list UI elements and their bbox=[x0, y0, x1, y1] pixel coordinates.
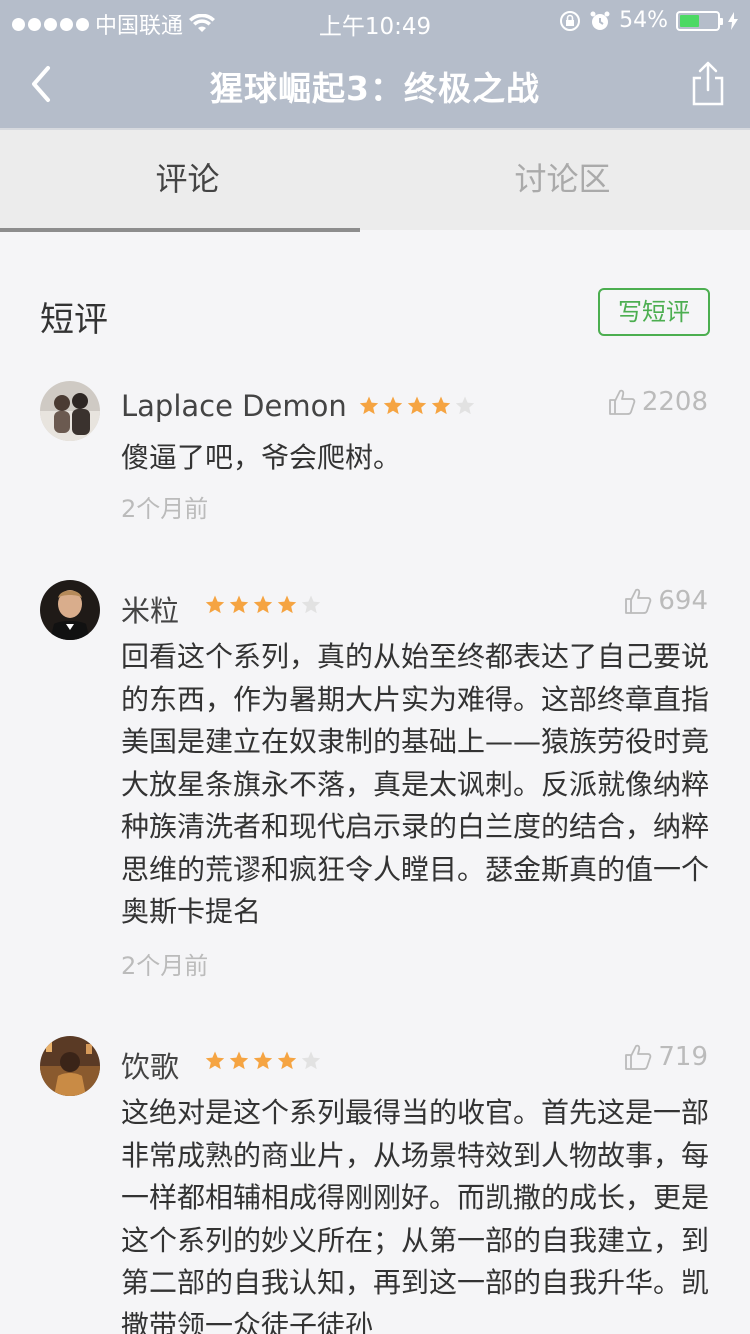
review-time: 2个月前 bbox=[121, 495, 209, 523]
star-filled-icon bbox=[407, 396, 427, 415]
avatar[interactable] bbox=[40, 1036, 100, 1096]
review-item: 饮歌 719 这绝对是这个系列最得当的收官。首先这是一部非常成熟的商业片，从场景… bbox=[0, 1036, 750, 1334]
like-count: 694 bbox=[658, 586, 708, 616]
review-text: 回看这个系列，真的从始至终都表达了自己要说的东西，作为暑期大片实为难得。这部终章… bbox=[121, 640, 710, 928]
share-icon[interactable] bbox=[688, 60, 728, 108]
star-empty-icon bbox=[455, 396, 475, 415]
avatar[interactable] bbox=[40, 381, 100, 441]
review-text: 傻逼了吧，爷会爬树。 bbox=[121, 441, 402, 474]
alarm-icon bbox=[590, 11, 610, 30]
star-filled-icon bbox=[277, 1051, 297, 1070]
tab-discussion[interactable]: 讨论区 bbox=[375, 130, 750, 230]
page-title: 猩球崛起3：终极之战 bbox=[210, 69, 540, 108]
star-filled-icon bbox=[359, 396, 379, 415]
avatar[interactable] bbox=[40, 580, 100, 640]
star-filled-icon bbox=[383, 396, 403, 415]
tab-reviews[interactable]: 评论 bbox=[0, 130, 375, 230]
star-filled-icon bbox=[229, 1051, 249, 1070]
nav-bar: 猩球崛起3：终极之战 bbox=[0, 40, 750, 128]
review-author[interactable]: Laplace Demon bbox=[121, 389, 347, 423]
star-filled-icon bbox=[253, 595, 273, 614]
short-reviews-section: 短评 写短评 Laplace Demon 2208 傻逼了吧，爷会爬树。 2个月… bbox=[0, 232, 750, 1334]
rating-stars bbox=[204, 1050, 322, 1072]
review-time: 2个月前 bbox=[121, 952, 209, 980]
status-bar: 中国联通 上午10:49 54% bbox=[0, 0, 750, 40]
like-button[interactable]: 719 bbox=[624, 1042, 708, 1072]
star-filled-icon bbox=[205, 595, 225, 614]
star-filled-icon bbox=[253, 1051, 273, 1070]
thumbs-up-icon bbox=[625, 1044, 652, 1070]
tab-bar: 评论 讨论区 bbox=[0, 128, 750, 232]
like-button[interactable]: 694 bbox=[624, 586, 708, 616]
charging-icon bbox=[728, 11, 738, 30]
star-filled-icon bbox=[229, 595, 249, 614]
review-author[interactable]: 米粒 bbox=[121, 588, 179, 630]
like-count: 719 bbox=[658, 1042, 708, 1072]
back-icon[interactable] bbox=[24, 62, 64, 106]
battery-percent: 54% bbox=[619, 8, 668, 33]
rating-stars bbox=[204, 594, 322, 616]
star-filled-icon bbox=[277, 595, 297, 614]
review-item: 米粒 694 回看这个系列，真的从始至终都表达了自己要说的东西，作为暑期大片实为… bbox=[0, 580, 750, 980]
star-empty-icon bbox=[301, 1051, 321, 1070]
header: 中国联通 上午10:49 54% 猩球崛起3：终极之战 bbox=[0, 0, 750, 128]
star-empty-icon bbox=[301, 595, 321, 614]
like-button[interactable]: 2208 bbox=[608, 387, 708, 417]
section-title: 短评 bbox=[40, 300, 108, 340]
review-item: Laplace Demon 2208 傻逼了吧，爷会爬树。 2个月前 bbox=[0, 381, 750, 531]
thumbs-up-icon bbox=[608, 389, 636, 415]
like-count: 2208 bbox=[641, 387, 708, 417]
battery-icon bbox=[676, 10, 723, 31]
star-filled-icon bbox=[431, 396, 451, 415]
review-author[interactable]: 饮歌 bbox=[121, 1044, 179, 1086]
review-text: 这绝对是这个系列最得当的收官。首先这是一部非常成熟的商业片，从场景特效到人物故事… bbox=[121, 1096, 710, 1334]
rating-stars bbox=[358, 395, 476, 417]
status-right: 54% bbox=[559, 8, 738, 33]
write-review-button[interactable]: 写短评 bbox=[598, 288, 710, 336]
star-filled-icon bbox=[205, 1051, 225, 1070]
thumbs-up-icon bbox=[625, 588, 652, 614]
rotation-lock-icon bbox=[560, 10, 581, 31]
